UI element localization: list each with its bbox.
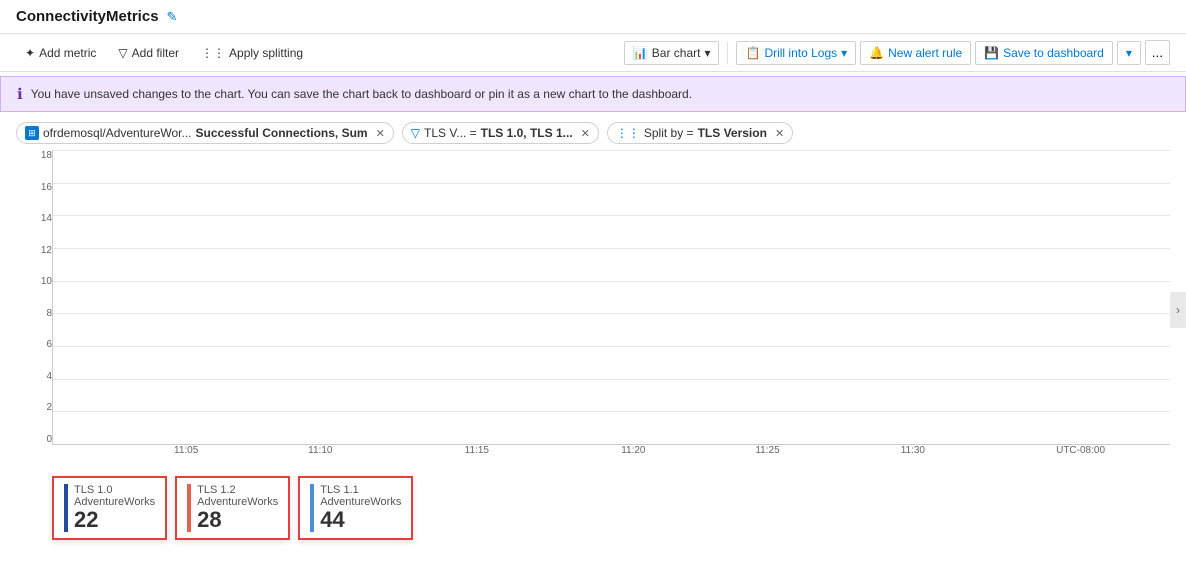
save-icon: 💾 (984, 46, 999, 60)
chart-plot (52, 150, 1170, 445)
grid-line-14 (53, 215, 1170, 216)
grid-line-4 (53, 379, 1170, 380)
y-axis: 0 2 4 6 8 10 12 14 16 18 (16, 150, 52, 445)
tooltip-label-tls11: TLS 1.1 (320, 484, 401, 496)
tooltip-value-tls11: 44 (320, 508, 401, 532)
grid-line-6 (53, 346, 1170, 347)
grid-line-2 (53, 411, 1170, 412)
x-label-1125: 11:25 (755, 445, 779, 456)
chart-area: 0 2 4 6 8 10 12 14 16 18 (16, 150, 1170, 470)
info-icon: ℹ (17, 85, 23, 103)
x-label-1110: 11:10 (308, 445, 332, 456)
tooltip-label-tls12: TLS 1.2 (197, 484, 278, 496)
filter-bar: ⊞ ofrdemosql/AdventureWor... Successful … (0, 116, 1186, 150)
grid-line-12 (53, 248, 1170, 249)
logs-icon: 📋 (745, 46, 760, 60)
title-bar: ConnectivityMetrics ✎ (0, 0, 1186, 34)
grid-line-8 (53, 313, 1170, 314)
expand-arrow[interactable]: › (1170, 292, 1186, 328)
save-to-dashboard-button[interactable]: 💾 Save to dashboard (975, 41, 1113, 65)
edit-icon[interactable]: ✎ (167, 9, 178, 25)
tooltip-value-tls12: 28 (197, 508, 278, 532)
tooltip-area: TLS 1.0 AdventureWorks 22 TLS 1.2 Advent… (52, 476, 1170, 540)
tls-filter-close[interactable]: ✕ (581, 127, 590, 140)
apply-splitting-button[interactable]: ⋮⋮ Apply splitting (192, 41, 312, 65)
toolbar: ✦ Add metric ▽ Add filter ⋮⋮ Apply split… (0, 34, 1186, 72)
metric-filter-tag[interactable]: ⊞ ofrdemosql/AdventureWor... Successful … (16, 122, 394, 144)
x-label-1120: 11:20 (621, 445, 645, 456)
split-icon-2: ⋮⋮ (616, 126, 640, 140)
grid-line-18 (53, 150, 1170, 151)
save-dropdown-button[interactable]: ▾ (1117, 41, 1141, 65)
add-metric-icon: ✦ (25, 46, 35, 60)
tooltip-color-bar-tls10 (64, 484, 68, 532)
tooltip-color-bar-tls12 (187, 484, 191, 532)
metric-tag-close[interactable]: ✕ (376, 127, 385, 140)
tooltip-card-tls10: TLS 1.0 AdventureWorks 22 (52, 476, 167, 540)
split-filter-close[interactable]: ✕ (775, 127, 784, 140)
tooltip-value-tls10: 22 (74, 508, 155, 532)
add-metric-button[interactable]: ✦ Add metric (16, 41, 105, 65)
x-label-1115: 11:15 (465, 445, 489, 456)
tooltip-color-bar-tls11 (310, 484, 314, 532)
filter-icon: ▽ (118, 46, 127, 60)
toolbar-right: 📊 Bar chart ▾ 📋 Drill into Logs ▾ 🔔 New … (624, 40, 1170, 65)
chevron-down-icon-2: ▾ (841, 46, 847, 60)
add-filter-button[interactable]: ▽ Add filter (109, 41, 188, 65)
split-icon: ⋮⋮ (201, 46, 225, 60)
more-options-button[interactable]: ... (1145, 40, 1170, 65)
bar-chart-icon: 📊 (633, 46, 648, 60)
split-filter-tag[interactable]: ⋮⋮ Split by = TLS Version ✕ (607, 122, 793, 144)
tls-filter-tag[interactable]: ▽ TLS V... = TLS 1.0, TLS 1... ✕ (402, 122, 599, 144)
chart-type-button[interactable]: 📊 Bar chart ▾ (624, 41, 720, 65)
drill-into-logs-button[interactable]: 📋 Drill into Logs ▾ (736, 41, 856, 65)
metric-tag-icon: ⊞ (25, 126, 39, 140)
tooltip-label-tls10: TLS 1.0 (74, 484, 155, 496)
tls-filter-icon: ▽ (411, 126, 420, 140)
tooltip-card-tls12: TLS 1.2 AdventureWorks 28 (175, 476, 290, 540)
page-title: ConnectivityMetrics (16, 8, 159, 25)
new-alert-rule-button[interactable]: 🔔 New alert rule (860, 41, 971, 65)
tooltip-card-tls11: TLS 1.1 AdventureWorks 44 (298, 476, 413, 540)
grid-line-16 (53, 183, 1170, 184)
grid-line-10 (53, 281, 1170, 282)
alert-icon: 🔔 (869, 46, 884, 60)
x-label-utc: UTC-08:00 (1056, 445, 1105, 456)
info-banner: ℹ You have unsaved changes to the chart.… (0, 76, 1186, 112)
x-label-1105: 11:05 (174, 445, 198, 456)
chevron-down-icon: ▾ (704, 46, 710, 60)
x-axis: 11:05 11:10 11:15 11:20 11:25 11:30 UTC-… (52, 445, 1170, 470)
toolbar-left: ✦ Add metric ▽ Add filter ⋮⋮ Apply split… (16, 41, 620, 65)
divider (727, 42, 728, 64)
x-label-1130: 11:30 (901, 445, 925, 456)
